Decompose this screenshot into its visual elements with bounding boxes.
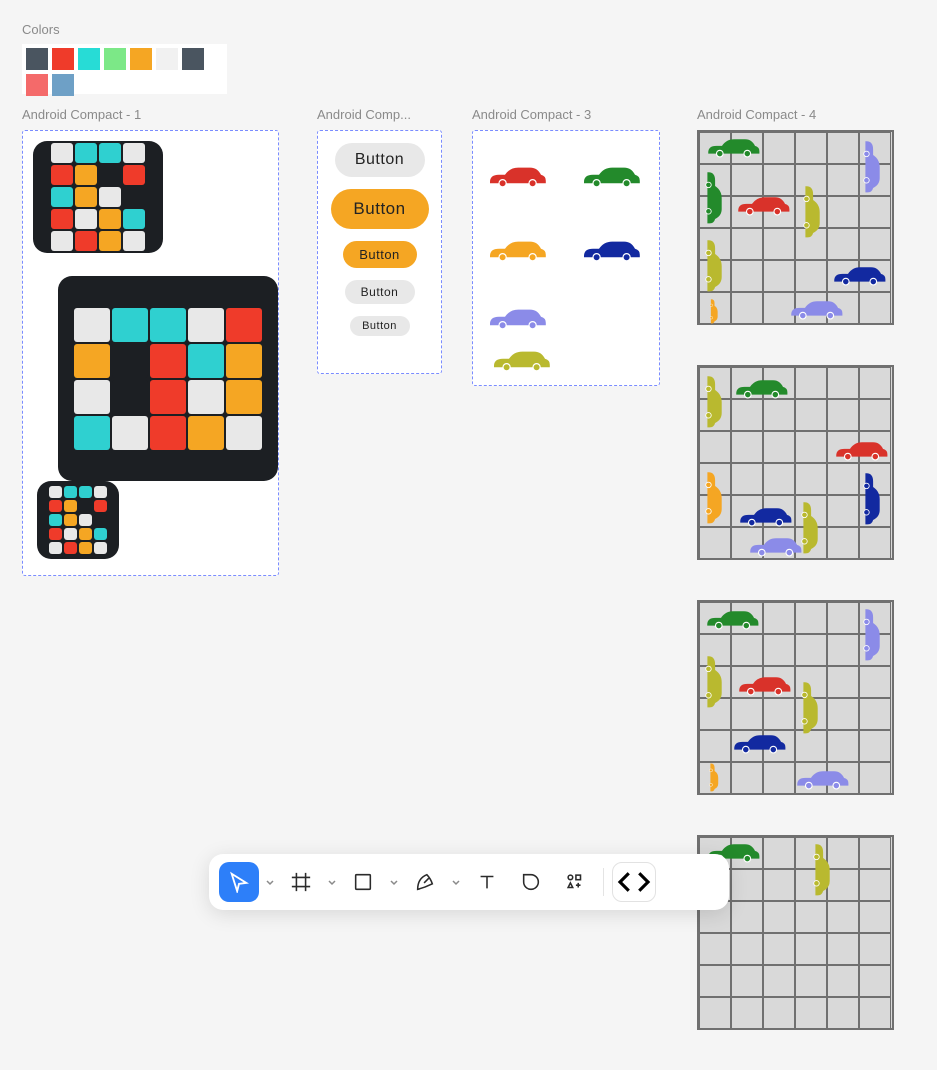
pen-tool-chevron[interactable] (449, 877, 463, 887)
color-swatch-5[interactable] (156, 48, 178, 70)
actions-tool[interactable] (555, 862, 595, 902)
color-palette (22, 44, 227, 94)
grid-car[interactable] (703, 762, 725, 792)
car-sample-0[interactable] (487, 163, 547, 189)
grid-car[interactable] (729, 732, 789, 754)
frame-android-compact-2[interactable]: Button Button Button Button Button (317, 130, 442, 374)
color-swatch-4[interactable] (130, 48, 152, 70)
puzzle-grid-0[interactable] (697, 130, 894, 325)
grid-car[interactable] (703, 467, 725, 527)
grid-car[interactable] (703, 608, 761, 630)
grid-car[interactable] (703, 136, 763, 158)
device-preview-xsmall[interactable] (37, 481, 119, 559)
frame-label-3[interactable]: Android Compact - 3 (472, 107, 591, 122)
button-sample-1[interactable]: Button (331, 189, 429, 229)
grid-car[interactable] (729, 535, 821, 557)
device-preview-large[interactable] (58, 276, 278, 481)
color-swatch-2[interactable] (78, 48, 100, 70)
comment-tool[interactable] (511, 862, 551, 902)
grid-car[interactable] (861, 467, 883, 529)
colors-label: Colors (22, 22, 60, 37)
grid-car[interactable] (831, 439, 891, 461)
grid-car[interactable] (811, 839, 833, 899)
grid-car[interactable] (861, 606, 883, 662)
button-sample-0[interactable]: Button (335, 143, 425, 177)
frame-label-2[interactable]: Android Comp... (317, 107, 411, 122)
device-preview-small[interactable] (33, 141, 163, 253)
frame-android-compact-3[interactable] (472, 130, 660, 386)
car-sample-5[interactable] (491, 347, 551, 373)
move-tool[interactable] (219, 862, 259, 902)
grid-car[interactable] (771, 298, 861, 320)
grid-car[interactable] (703, 298, 725, 324)
car-sample-4[interactable] (487, 305, 547, 331)
color-swatch-6[interactable] (182, 48, 204, 70)
frame-android-compact-1[interactable] (22, 130, 279, 576)
color-swatch-7[interactable] (26, 74, 48, 96)
frame-tool-chevron[interactable] (325, 877, 339, 887)
grid-car[interactable] (735, 505, 795, 527)
grid-car[interactable] (861, 136, 883, 196)
color-swatch-1[interactable] (52, 48, 74, 70)
button-sample-2[interactable]: Button (343, 241, 417, 268)
grid-car[interactable] (703, 636, 725, 726)
button-sample-4[interactable]: Button (350, 316, 410, 336)
rectangle-tool[interactable] (343, 862, 383, 902)
car-sample-2[interactable] (487, 237, 547, 263)
puzzle-grid-1[interactable] (697, 365, 894, 560)
frame-tool[interactable] (281, 862, 321, 902)
frame-label-4[interactable]: Android Compact - 4 (697, 107, 816, 122)
button-sample-3[interactable]: Button (345, 280, 415, 304)
grid-car[interactable] (735, 194, 791, 216)
car-sample-3[interactable] (581, 237, 641, 263)
car-sample-1[interactable] (581, 163, 641, 189)
frame-android-compact-4[interactable] (697, 130, 907, 1070)
frame-label-1[interactable]: Android Compact - 1 (22, 107, 141, 122)
grid-car[interactable] (801, 166, 823, 256)
grid-car[interactable] (703, 371, 725, 431)
color-swatch-0[interactable] (26, 48, 48, 70)
pen-tool[interactable] (405, 862, 445, 902)
grid-car[interactable] (777, 768, 867, 790)
rectangle-tool-chevron[interactable] (387, 877, 401, 887)
color-swatch-8[interactable] (52, 74, 74, 96)
grid-car[interactable] (703, 166, 725, 228)
dev-mode-toggle[interactable] (612, 862, 656, 902)
puzzle-grid-2[interactable] (697, 600, 894, 795)
grid-car[interactable] (799, 662, 821, 752)
grid-car[interactable] (829, 264, 889, 286)
grid-car[interactable] (733, 377, 789, 399)
color-swatch-3[interactable] (104, 48, 126, 70)
toolbar (209, 854, 729, 910)
grid-car[interactable] (735, 674, 793, 696)
move-tool-chevron[interactable] (263, 877, 277, 887)
text-tool[interactable] (467, 862, 507, 902)
grid-car[interactable] (703, 234, 725, 296)
